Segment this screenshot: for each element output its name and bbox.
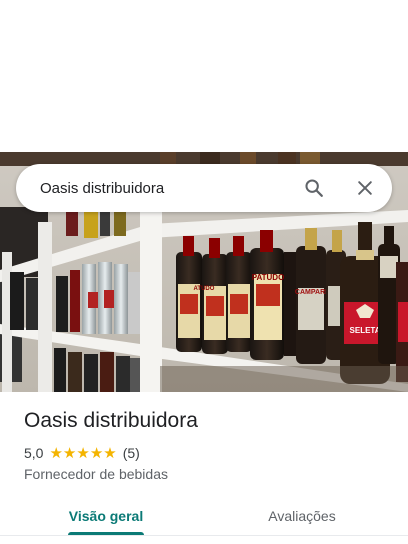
tabs-divider [0, 535, 408, 536]
rating-value: 5,0 [24, 445, 44, 461]
place-category: Fornecedor de bebidas [24, 466, 168, 482]
search-button[interactable] [302, 176, 326, 200]
tab-overview[interactable]: Visão geral [40, 496, 172, 536]
star-icon: ★ [89, 444, 104, 462]
search-bar[interactable] [16, 164, 392, 212]
review-count: (5) [122, 445, 140, 461]
place-title: Oasis distribuidora [24, 409, 198, 432]
tab-overview-label: Visão geral [68, 508, 144, 524]
rating-stars: ★ ★ ★ ★ ★ [49, 446, 116, 461]
search-icon [305, 179, 323, 197]
tab-reviews[interactable]: Avaliações [236, 496, 368, 536]
star-icon: ★ [49, 444, 63, 462]
bottle-label-patudo: PATUDO [252, 273, 285, 282]
tab-reviews-label: Avaliações [268, 508, 336, 524]
bottle-label-seleta: SELETA [350, 326, 381, 335]
bottle-label-atudo: ATUDO [194, 286, 215, 292]
bottle-label-campari: CAMPARI [295, 289, 327, 296]
rating-row[interactable]: 5,0 ★ ★ ★ ★ ★ (5) [24, 444, 140, 462]
map-blank-area [0, 0, 408, 152]
clear-search-button[interactable] [353, 176, 377, 200]
search-input[interactable] [40, 179, 280, 197]
place-tabs: Visão geral Avaliações [0, 496, 408, 544]
star-icon: ★ [62, 444, 77, 462]
star-icon: ★ [103, 444, 117, 462]
close-icon [358, 181, 372, 195]
star-icon: ★ [76, 444, 90, 462]
